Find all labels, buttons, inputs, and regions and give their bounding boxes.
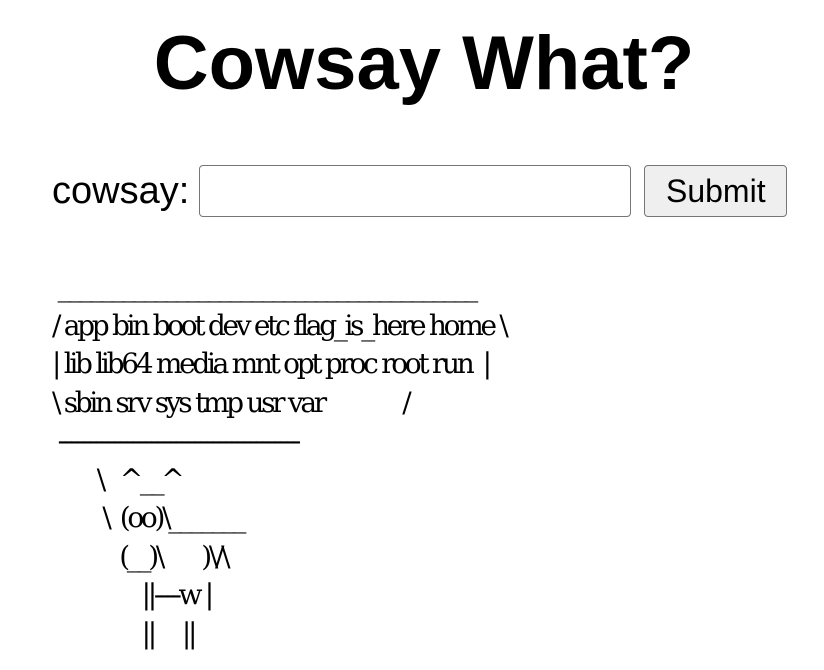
cowsay-input[interactable] xyxy=(199,165,632,217)
cowsay-form: cowsay: Submit xyxy=(52,165,788,217)
submit-button[interactable]: Submit xyxy=(644,165,788,217)
cowsay-label: cowsay: xyxy=(52,170,190,212)
page-title: Cowsay What? xyxy=(153,21,695,106)
cowsay-output: _______________________________________ … xyxy=(52,270,509,650)
